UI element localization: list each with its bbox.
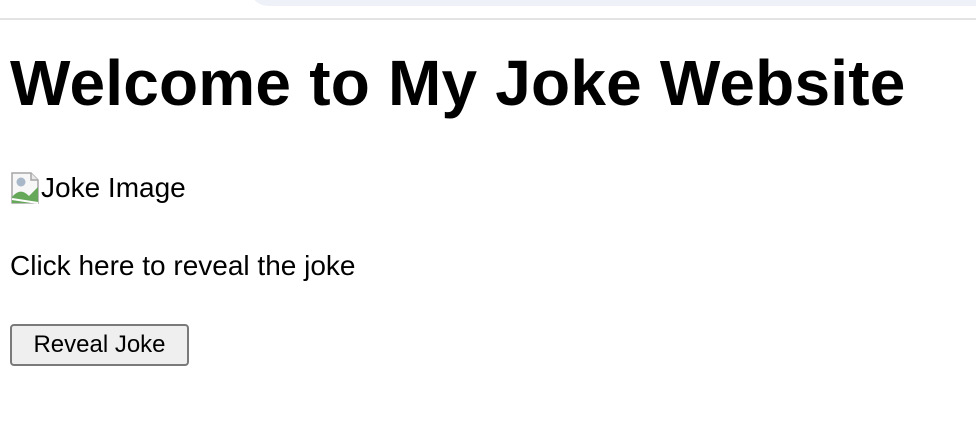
joke-image-alt-text: Joke Image xyxy=(41,172,186,203)
joke-image: Joke Image xyxy=(10,168,186,208)
reveal-instruction: Click here to reveal the joke xyxy=(10,250,356,281)
broken-image-icon xyxy=(11,172,39,204)
address-bar-edge xyxy=(250,0,976,6)
browser-chrome xyxy=(0,0,976,20)
page-title: Welcome to My Joke Website xyxy=(10,47,906,119)
reveal-joke-button[interactable]: Reveal Joke xyxy=(10,324,189,366)
